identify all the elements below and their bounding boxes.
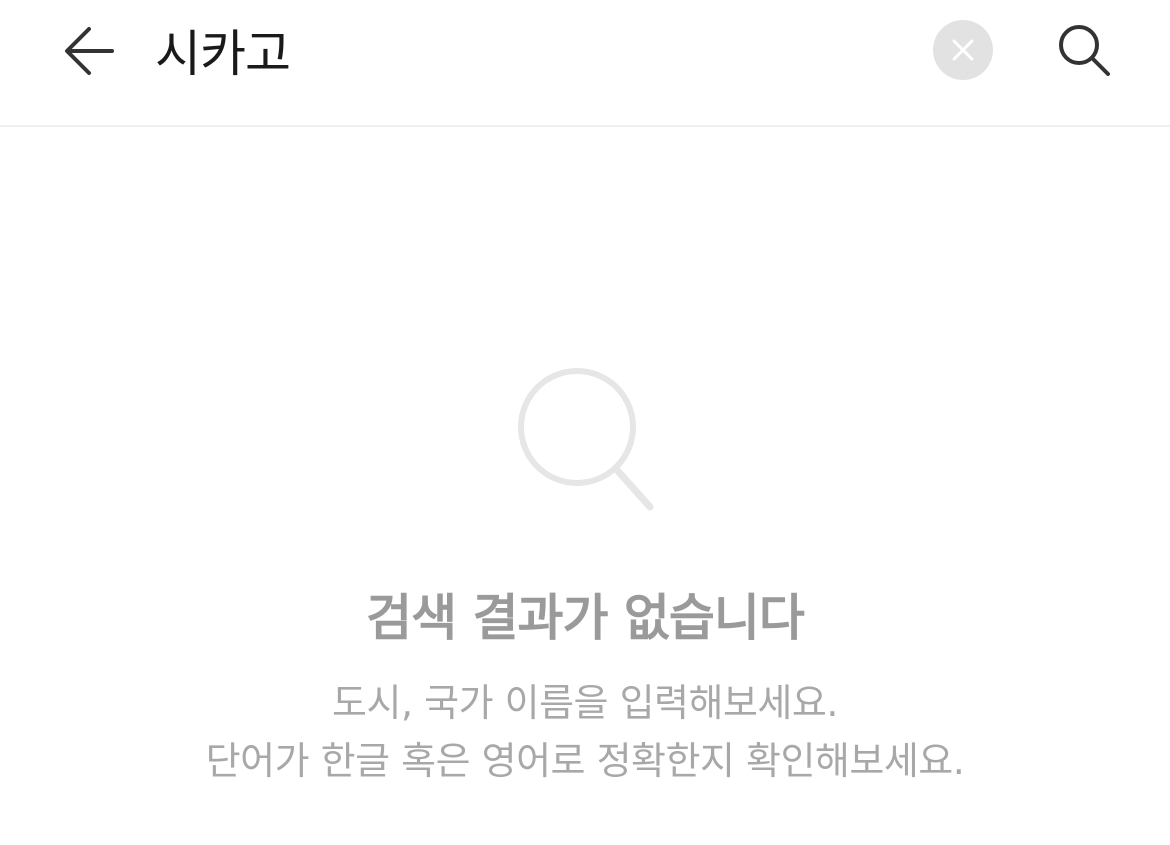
arrow-left-icon xyxy=(65,27,114,75)
empty-results: 검색 결과가 없습니다 도시, 국가 이름을 입력해보세요. 단어가 한글 혹은… xyxy=(0,360,1170,790)
clear-search-button[interactable] xyxy=(933,20,993,80)
close-icon xyxy=(952,39,974,61)
search-icon xyxy=(518,368,654,511)
search-icon xyxy=(1059,25,1110,76)
search-input[interactable] xyxy=(155,10,895,90)
empty-hint-line2: 단어가 한글 혹은 영어로 정확한지 확인해보세요. xyxy=(205,739,965,783)
search-screen: 검색 결과가 없습니다 도시, 국가 이름을 입력해보세요. 단어가 한글 혹은… xyxy=(0,0,1170,845)
submit-search-button[interactable] xyxy=(1048,14,1120,86)
empty-title: 검색 결과가 없습니다 xyxy=(366,589,805,647)
search-header xyxy=(0,0,1170,127)
empty-hint-line1: 도시, 국가 이름을 입력해보세요. xyxy=(332,681,838,725)
back-button[interactable] xyxy=(52,14,124,86)
